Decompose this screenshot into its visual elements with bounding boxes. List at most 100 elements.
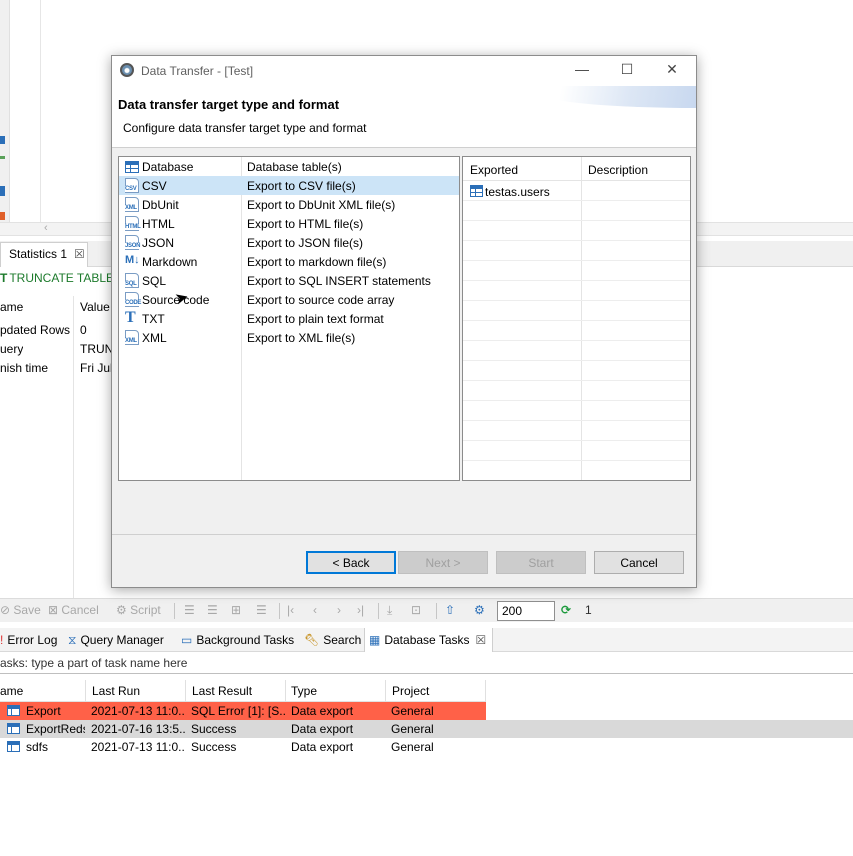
close-icon[interactable]: ☒ [476,633,487,647]
column-header-type[interactable]: Type [291,684,317,698]
format-row-database[interactable]: Database Database table(s) [119,157,459,176]
format-row-html[interactable]: HTML HTML Export to HTML file(s) [119,214,459,233]
stat-value: TRUNC [80,342,112,356]
wizard-header: Data transfer target type and format Con… [112,86,696,148]
table-row[interactable]: Export 2021-07-13 11:0... SQL Error [1]:… [0,702,486,720]
file-type-tag: XML [125,205,137,211]
tab-statistics-label: Statistics 1 [9,247,68,261]
stat-name: pdated Rows [0,323,71,337]
column-header-exported[interactable]: Exported [470,163,518,177]
format-row-markdown[interactable]: M↓ Markdown Export to markdown file(s) [119,252,459,271]
format-row-xml[interactable]: XML XML Export to XML file(s) [119,328,459,347]
last-result-cell: Success [191,740,237,754]
cancel-button[interactable]: Cancel [594,551,684,574]
settings-gear-icon[interactable]: ⚙ [474,603,485,617]
exported-table-header: Exported Description [463,157,690,181]
dialog-title-bar[interactable]: Data Transfer - [Test] — ☐ ✕ [112,56,696,86]
format-description: Export to DbUnit XML file(s) [247,198,396,212]
column-header-name[interactable]: ame [0,684,23,698]
fetch-next-icon[interactable]: ⤓ [387,603,392,618]
tab-database-tasks[interactable]: ▦ Database Tasks ☒ [364,628,494,652]
column-header-project[interactable]: Project [392,684,429,698]
format-row-source-code[interactable]: CODE Source code Export to source code arr… [119,290,459,309]
table-row-empty [463,321,690,341]
start-button[interactable]: Start [496,551,586,574]
format-name: TXT [142,312,165,326]
format-description: Export to XML file(s) [247,331,356,345]
exported-objects-table: Exported Description testas.users [462,156,691,481]
stat-name: uery [0,342,24,356]
html-file-icon: HTML [125,216,141,231]
data-transfer-dialog: Data Transfer - [Test] — ☐ ✕ Data transf… [111,55,697,588]
stat-name: nish time [0,361,49,375]
column-header-name[interactable]: ame [0,300,23,314]
database-icon [125,161,139,173]
tab-search[interactable]: 🔦︎ Search [304,628,361,652]
table-row[interactable]: sdfs 2021-07-13 11:0... Success Data exp… [0,738,486,756]
type-cell: Data export [291,740,354,754]
edit-row-icon[interactable]: ☰ [184,603,195,617]
scroll-left-icon[interactable]: ‹ [44,222,48,234]
page-title: Data transfer target type and format [118,97,340,112]
file-type-tag: JSON [125,243,141,249]
add-row-icon[interactable]: ☰ [207,603,218,617]
fetch-size-input[interactable] [497,601,555,621]
next-page-icon[interactable]: › [337,603,341,617]
table-row[interactable]: testas.users [463,181,690,201]
fetch-all-icon[interactable]: ⊡ [411,603,421,617]
tab-query-manager[interactable]: ⧖ Query Manager [68,628,164,652]
column-header-last-run[interactable]: Last Run [92,684,140,698]
format-row-dbunit[interactable]: XML DbUnit Export to DbUnit XML file(s) [119,195,459,214]
statistics-grid: ame Value pdated Rows 0 uery TRUNC nish … [0,296,112,600]
file-type-tag: SQL [125,281,137,287]
column-header-last-result[interactable]: Last Result [192,684,252,698]
tasks-table: ame Last Run Last Result Type Project Ex… [0,680,853,756]
delete-row-icon[interactable]: ☰ [256,603,267,617]
tab-error-log[interactable]: ! Error Log [0,628,57,652]
project-cell: General [391,704,434,718]
tab-statistics[interactable]: Statistics 1 ☒ [0,242,88,267]
minimize-icon[interactable]: — [570,61,594,81]
format-name: XML [142,331,167,345]
format-row-json[interactable]: JSON JSON Export to JSON file(s) [119,233,459,252]
editor-gutter-marks [0,134,6,224]
tab-background-tasks[interactable]: ▭ Background Tasks [181,628,294,652]
code-file-icon: CODE [125,292,141,307]
copy-row-icon[interactable]: ⊞ [231,603,241,617]
executed-query-text: T TRUNCATE TABLE te [0,271,127,285]
previous-page-icon[interactable]: ‹ [313,603,317,617]
last-run-cell: 2021-07-13 11:0... [91,704,185,718]
close-icon[interactable]: ☒ [74,247,85,261]
last-page-icon[interactable]: ›| [357,603,364,617]
cancel-button[interactable]: ⊠ Cancel [48,603,99,617]
column-header-description[interactable]: Description [588,163,648,177]
back-button[interactable]: < Back [306,551,396,574]
table-row-empty [463,221,690,241]
script-button[interactable]: ⚙ Script [116,603,161,617]
stat-value: 0 [80,323,87,337]
task-filter-input[interactable]: asks: type a part of task name here [0,656,853,674]
format-row-csv[interactable]: CSV CSV Export to CSV file(s) [119,176,459,195]
table-row-empty [463,401,690,421]
task-icon [7,741,20,752]
export-icon[interactable]: ⇧ [445,603,455,617]
format-row-txt[interactable]: T TXT Export to plain text format [119,309,459,328]
last-run-cell: 2021-07-16 13:5... [91,722,185,736]
save-button[interactable]: ⊘ Save [0,603,41,617]
json-file-icon: JSON [125,235,141,250]
task-icon [7,705,20,716]
last-run-cell: 2021-07-13 11:0... [91,740,185,754]
format-description: Export to plain text format [247,312,384,326]
refresh-icon[interactable]: ⟳ [561,603,571,617]
results-toolbar: ⊘ Save ⊠ Cancel ⚙ Script ☰ ☰ ⊞ ☰ |‹ ‹ › … [0,598,853,622]
table-row[interactable]: ExportReds 2021-07-16 13:5... Success Da… [0,720,853,738]
tasks-table-header: ame Last Run Last Result Type Project [0,680,486,702]
next-button[interactable]: Next > [398,551,488,574]
maximize-icon[interactable]: ☐ [615,61,639,81]
hourglass-icon: ⧖ [68,633,77,647]
column-header-value[interactable]: Value [80,300,110,314]
close-icon[interactable]: ✕ [660,61,684,81]
file-type-tag: XML [125,338,137,344]
first-page-icon[interactable]: |‹ [287,603,294,617]
format-row-sql[interactable]: SQL SQL Export to SQL INSERT statements [119,271,459,290]
